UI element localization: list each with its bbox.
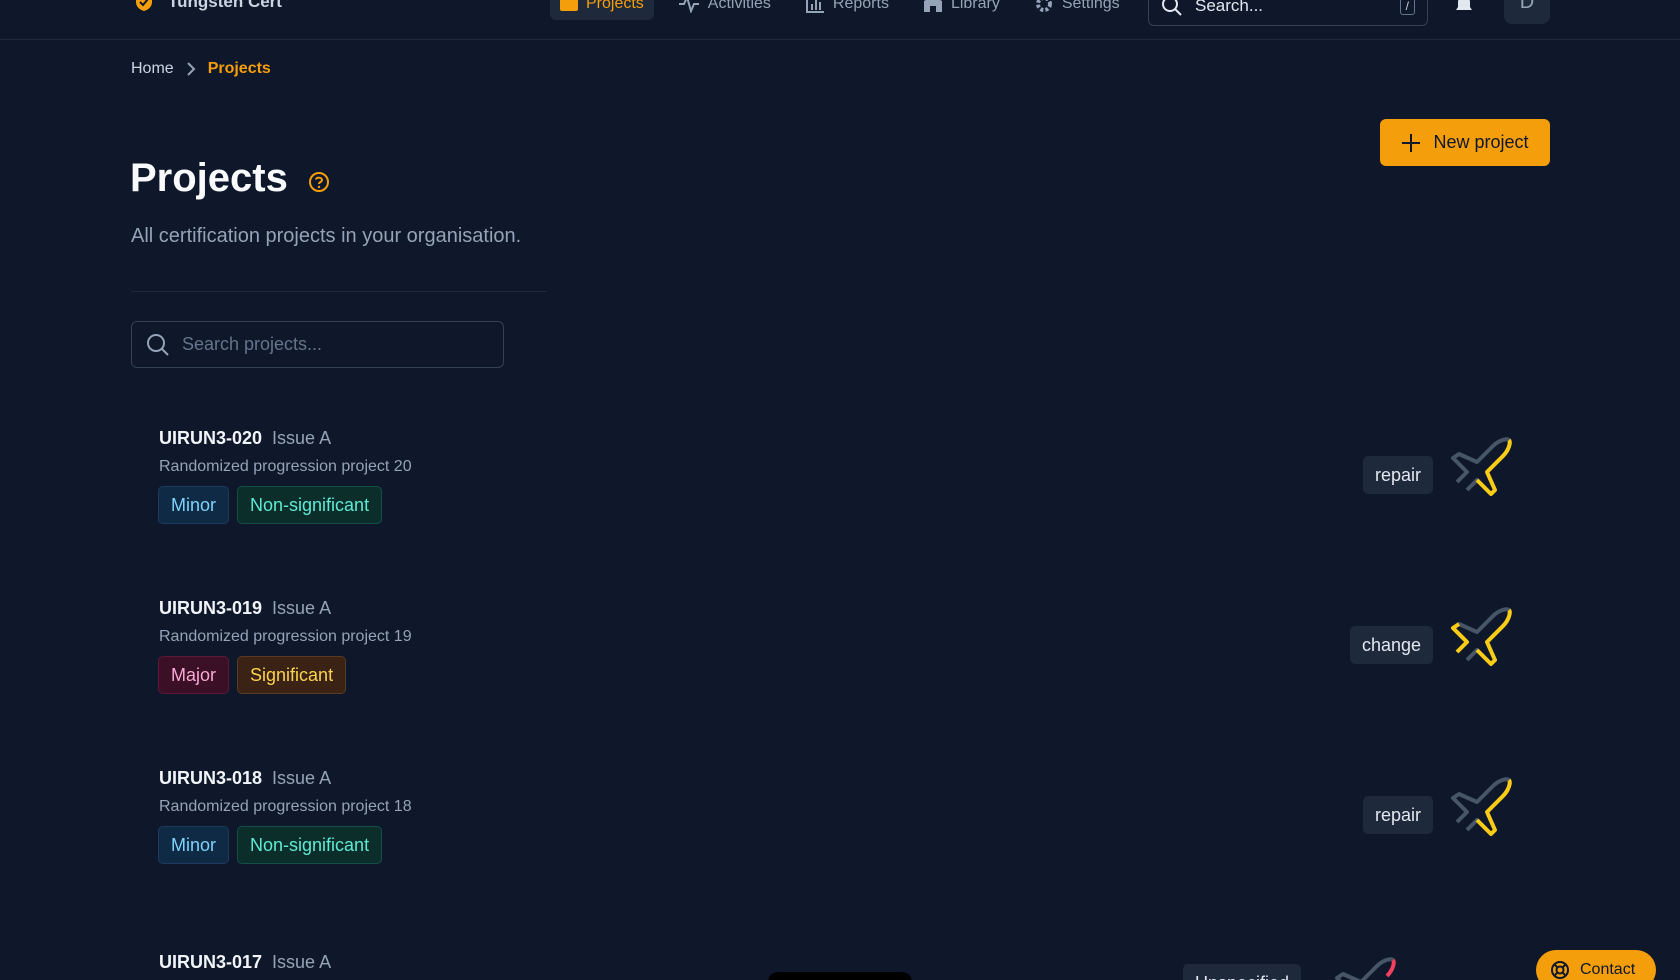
- header-divider: [131, 291, 547, 292]
- project-row[interactable]: UIRUN3-020 Issue A Randomized progressio…: [131, 428, 1551, 588]
- project-heading: UIRUN3-017 Issue A: [159, 952, 331, 973]
- shortcut-key: /: [1399, 0, 1415, 15]
- chevron-right-icon: [186, 62, 196, 76]
- brand-name: Tungsten Cert: [168, 0, 282, 11]
- top-bar: Tungsten Cert Projects Activities Report…: [0, 0, 1680, 40]
- project-type-chip: repair: [1362, 796, 1433, 834]
- bar-chart-icon: [805, 0, 824, 13]
- nav-settings[interactable]: Settings: [1024, 0, 1130, 20]
- project-id[interactable]: UIRUN3-018: [159, 768, 262, 789]
- contact-button[interactable]: Contact: [1536, 950, 1656, 980]
- brand[interactable]: Tungsten Cert: [134, 0, 282, 12]
- project-badges: Major Significant: [158, 656, 347, 694]
- breadcrumb-current: Projects: [207, 60, 271, 77]
- project-search: [131, 321, 504, 368]
- project-issue: Issue A: [272, 952, 332, 972]
- project-heading: UIRUN3-019 Issue A: [159, 598, 331, 619]
- global-search[interactable]: Search... /: [1148, 0, 1428, 26]
- airplane-icon: [1451, 607, 1512, 666]
- nav-label: Activities: [707, 0, 771, 12]
- project-type-chip: repair: [1362, 456, 1433, 494]
- new-project-button[interactable]: New project: [1380, 119, 1550, 166]
- nav-label: Reports: [832, 0, 889, 12]
- severity-badge: Major: [158, 656, 230, 694]
- new-project-label: New project: [1433, 132, 1529, 152]
- nav-projects[interactable]: Projects: [550, 0, 654, 20]
- project-issue: Issue A: [272, 598, 332, 618]
- plus-icon: [1402, 133, 1421, 152]
- help-button[interactable]: [308, 171, 330, 198]
- help-circle-icon: [309, 172, 329, 192]
- bell-icon: [1456, 0, 1472, 10]
- severity-badge: Minor: [158, 486, 230, 524]
- project-row[interactable]: UIRUN3-018 Issue A Randomized progressio…: [131, 768, 1551, 928]
- project-badges: Minor Non-significant: [158, 826, 383, 864]
- search-icon: [147, 333, 169, 356]
- project-id[interactable]: UIRUN3-020: [159, 428, 262, 449]
- toast-stub: [768, 972, 912, 980]
- avatar-initial: D: [1519, 0, 1535, 13]
- project-description: Randomized progression project 18: [159, 798, 412, 815]
- project-issue: Issue A: [272, 768, 332, 788]
- project-description: Randomized progression project 19: [159, 628, 412, 645]
- main-nav: Projects Activities Reports Library Sett…: [550, 0, 1130, 20]
- library-icon: [923, 0, 942, 12]
- nav-activities[interactable]: Activities: [668, 0, 781, 20]
- project-badges: Minor Non-significant: [158, 486, 383, 524]
- breadcrumb-home[interactable]: Home: [131, 60, 174, 78]
- user-avatar[interactable]: D: [1504, 0, 1550, 24]
- project-heading: UIRUN3-020 Issue A: [159, 428, 331, 449]
- nav-library[interactable]: Library: [913, 0, 1010, 20]
- breadcrumb: Home Projects: [131, 60, 271, 78]
- significance-badge: Non-significant: [237, 486, 383, 524]
- project-id[interactable]: UIRUN3-017: [159, 952, 262, 973]
- lifebuoy-icon: [1551, 961, 1569, 979]
- project-type-chip: change: [1349, 626, 1433, 664]
- airplane-icon: [1335, 957, 1396, 980]
- project-issue: Issue A: [272, 428, 332, 448]
- gear-icon: [1035, 0, 1052, 12]
- project-description: Randomized progression project 20: [159, 458, 412, 475]
- project-row[interactable]: UIRUN3-019 Issue A Randomized progressio…: [131, 598, 1551, 758]
- project-heading: UIRUN3-018 Issue A: [159, 768, 331, 789]
- project-search-input[interactable]: [182, 334, 489, 355]
- airplane-icon: [1451, 437, 1512, 496]
- page-subtitle: All certification projects in your organ…: [131, 225, 522, 247]
- search-icon: [1162, 0, 1182, 16]
- severity-badge: Minor: [158, 826, 230, 864]
- page-title: Projects: [130, 156, 288, 200]
- nav-label: Library: [950, 0, 1000, 12]
- shield-check-icon: [136, 0, 152, 11]
- nav-label: Projects: [586, 0, 644, 12]
- notifications-button[interactable]: [1452, 0, 1476, 21]
- nav-reports[interactable]: Reports: [795, 0, 899, 20]
- folder-icon: [560, 0, 578, 11]
- activity-icon: [678, 0, 699, 13]
- significance-badge: Significant: [237, 656, 347, 694]
- project-id[interactable]: UIRUN3-019: [159, 598, 262, 619]
- project-type-chip: Unspecified: [1182, 964, 1301, 980]
- nav-label: Settings: [1061, 0, 1120, 12]
- airplane-icon: [1451, 777, 1512, 836]
- global-search-placeholder: Search...: [1195, 0, 1264, 15]
- contact-label: Contact: [1580, 961, 1636, 978]
- significance-badge: Non-significant: [237, 826, 383, 864]
